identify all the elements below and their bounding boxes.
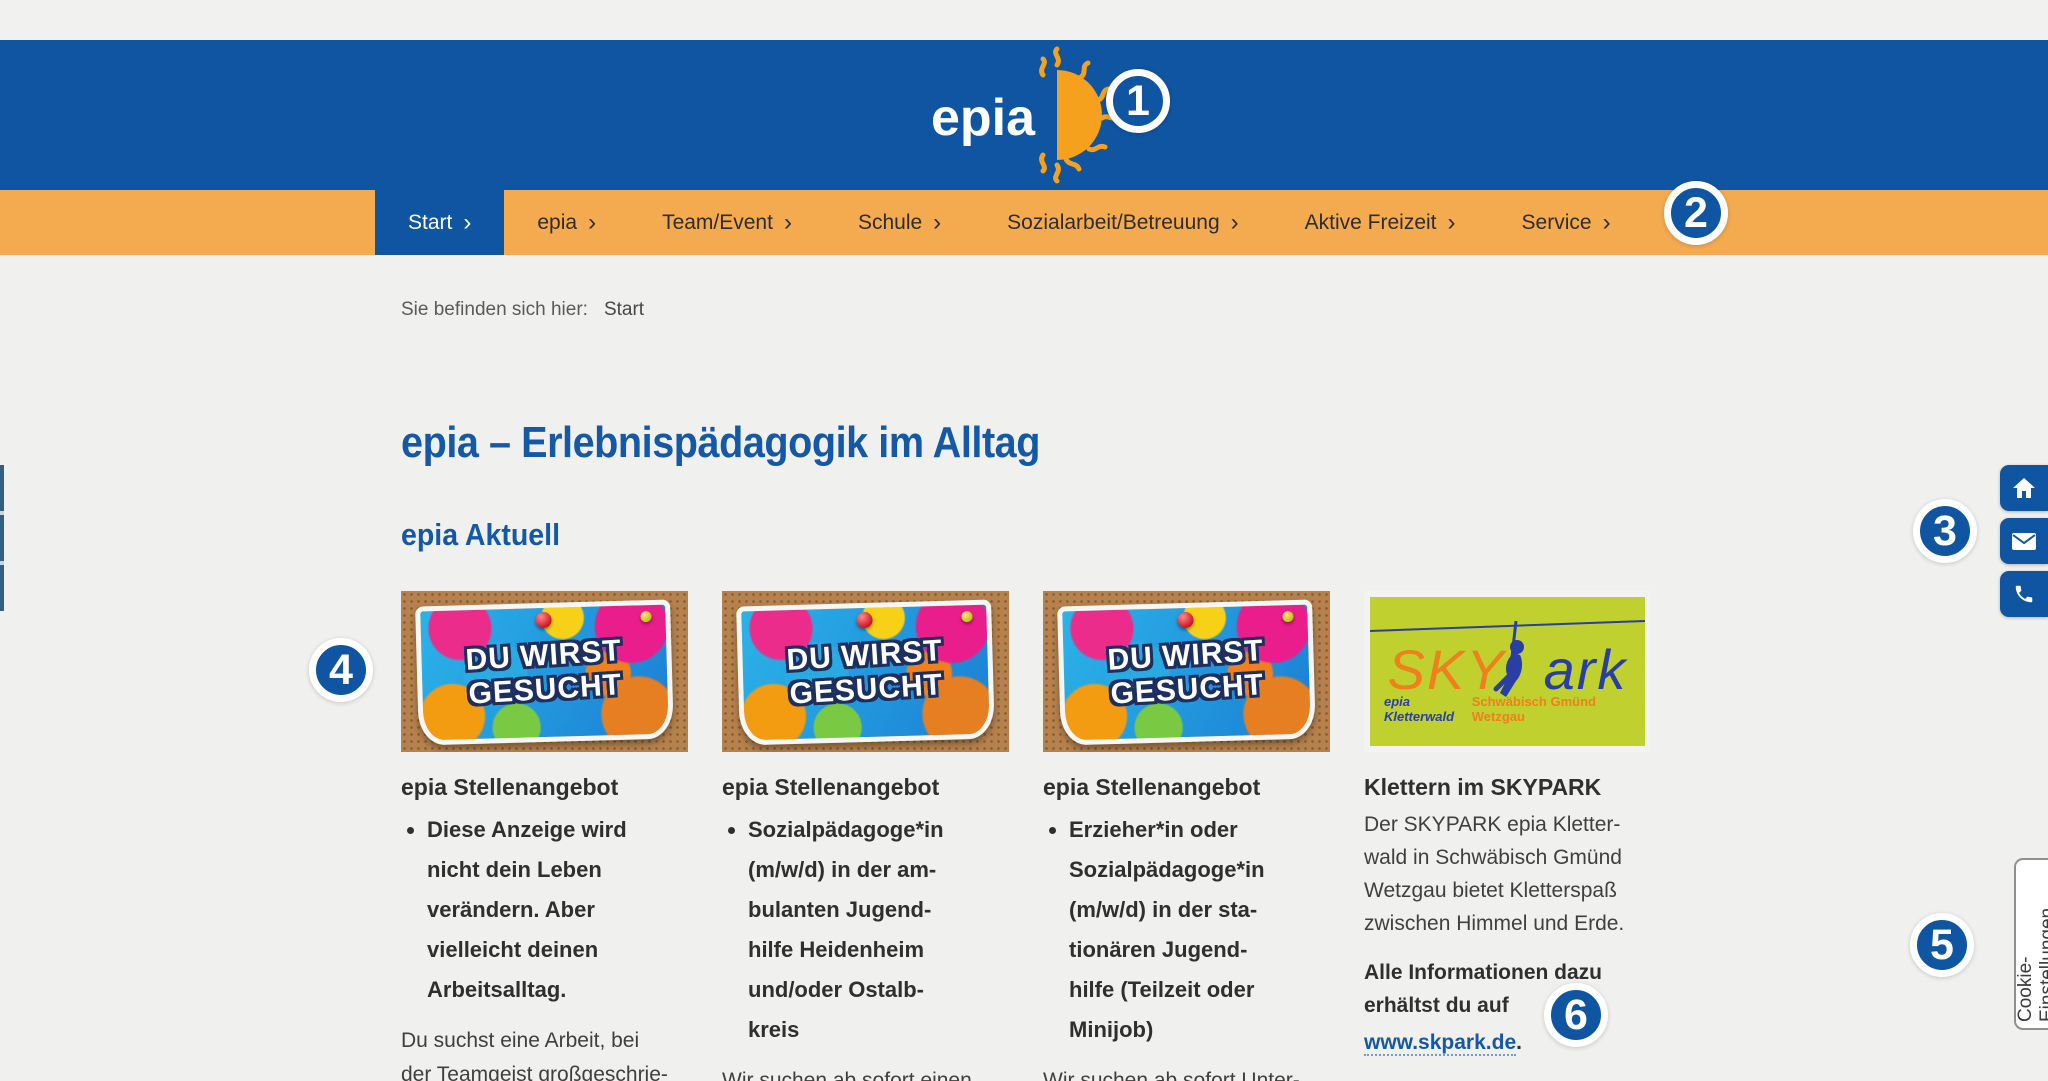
annotation-circle-1: 1 bbox=[1106, 69, 1170, 133]
job-poster-image[interactable]: DU WIRST GESUCHT bbox=[1043, 591, 1330, 752]
du-wirst-gesucht-note: DU WIRST GESUCHT bbox=[415, 599, 674, 745]
site-header: epia bbox=[0, 40, 2048, 190]
red-pin-icon bbox=[1177, 612, 1193, 628]
card-body: Wir suchen ab sofort Unter- bbox=[1043, 1064, 1330, 1081]
nav-item-service[interactable]: Service › bbox=[1489, 190, 1644, 255]
skypark-sub-left: epia Kletterwald bbox=[1384, 694, 1472, 724]
skypark-ark-text: ark bbox=[1544, 638, 1628, 701]
mail-button[interactable] bbox=[2000, 518, 2048, 564]
news-card: DU WIRST GESUCHT epia Stellenangebot Erz… bbox=[1043, 591, 1330, 1081]
card-body: Du suchst eine Arbeit, bei der Teamgeist… bbox=[401, 1024, 688, 1081]
left-edge-buttons-sliver bbox=[0, 465, 4, 611]
card-bullet: Sozialpädagoge*in (m/w/d) in der am- bul… bbox=[748, 810, 1009, 1050]
nav-item-start[interactable]: Start › bbox=[375, 190, 504, 255]
mail-icon bbox=[2012, 533, 2036, 550]
red-pin-icon bbox=[856, 612, 872, 628]
top-strip bbox=[0, 0, 2048, 40]
job-poster-image[interactable]: DU WIRST GESUCHT bbox=[722, 591, 1009, 752]
annotation-circle-3: 3 bbox=[1913, 499, 1977, 563]
nav-item-aktive-freizeit[interactable]: Aktive Freizeit › bbox=[1272, 190, 1489, 255]
logo-wordmark: epia bbox=[931, 88, 1035, 148]
skypark-logo-image[interactable]: SKY ark epia Kletterwald Schwäbisch Gmünd… bbox=[1364, 591, 1651, 752]
chevron-right-icon: › bbox=[463, 211, 471, 235]
card-title: epia Stellenangebot bbox=[722, 772, 1009, 802]
breadcrumb-label: Sie befinden sich hier: bbox=[401, 299, 588, 320]
card-title: Klettern im SKYPARK bbox=[1364, 772, 1651, 802]
red-pin-icon bbox=[535, 612, 551, 628]
du-wirst-gesucht-note: DU WIRST GESUCHT bbox=[1057, 599, 1316, 745]
chevron-right-icon: › bbox=[784, 211, 792, 235]
card-body: Der SKYPARK epia Kletter- wald in Schwäb… bbox=[1364, 808, 1651, 940]
chevron-right-icon: › bbox=[933, 211, 941, 235]
nav-item-sozialarbeit[interactable]: Sozialarbeit/Betreuung › bbox=[974, 190, 1271, 255]
breadcrumb-current: Start bbox=[604, 299, 644, 320]
chevron-right-icon: › bbox=[1603, 211, 1611, 235]
card-bullet: Erzieher*in oder Sozialpädagoge*in (m/w/… bbox=[1069, 810, 1330, 1050]
news-card: DU WIRST GESUCHT epia Stellenangebot Soz… bbox=[722, 591, 1009, 1081]
card-bullet: Diese Anzeige wird nicht dein Leben verä… bbox=[427, 810, 688, 1010]
logo[interactable]: epia bbox=[909, 40, 1139, 190]
skypark-sub-right: Schwäbisch Gmünd Wetzgau bbox=[1472, 694, 1631, 724]
phone-button[interactable] bbox=[2000, 571, 2048, 617]
news-card-skypark: SKY ark epia Kletterwald Schwäbisch Gmünd… bbox=[1364, 591, 1651, 1081]
yellow-pin-icon bbox=[961, 611, 972, 622]
skypark-link[interactable]: www.skpark.de bbox=[1364, 1031, 1516, 1056]
quick-actions bbox=[2000, 465, 2048, 624]
skypark-sky-text: SKY bbox=[1388, 638, 1506, 701]
annotation-circle-2: 2 bbox=[1664, 181, 1728, 245]
card-title: epia Stellenangebot bbox=[1043, 772, 1330, 802]
annotation-circle-5: 5 bbox=[1910, 913, 1974, 977]
cookie-settings-tab[interactable]: Cookie-Einstellungen bbox=[2014, 858, 2048, 1030]
page-title: epia – Erlebnispädagogik im Alltag bbox=[401, 417, 1883, 469]
chevron-right-icon: › bbox=[1448, 211, 1456, 235]
home-button[interactable] bbox=[2000, 465, 2048, 511]
link-suffix: . bbox=[1516, 1031, 1522, 1054]
home-icon bbox=[2013, 478, 2035, 498]
yellow-pin-icon bbox=[1282, 611, 1293, 622]
news-cards: DU WIRST GESUCHT epia Stellenangebot Die… bbox=[401, 591, 2048, 1081]
chevron-right-icon: › bbox=[588, 211, 596, 235]
nav-item-epia[interactable]: epia › bbox=[504, 190, 629, 255]
nav-item-schule[interactable]: Schule › bbox=[825, 190, 974, 255]
breadcrumb: Sie befinden sich hier: Start bbox=[0, 255, 2048, 321]
section-title: epia Aktuell bbox=[401, 515, 1916, 555]
main-nav: Start › epia › Team/Event › Schule › Soz… bbox=[0, 190, 2048, 255]
annotation-circle-6: 6 bbox=[1544, 983, 1608, 1047]
yellow-pin-icon bbox=[640, 611, 651, 622]
nav-item-team-event[interactable]: Team/Event › bbox=[629, 190, 825, 255]
chevron-right-icon: › bbox=[1231, 211, 1239, 235]
phone-icon bbox=[2013, 583, 2035, 605]
card-body: Wir suchen ab sofort einen bbox=[722, 1064, 1009, 1081]
job-poster-image[interactable]: DU WIRST GESUCHT bbox=[401, 591, 688, 752]
news-card: DU WIRST GESUCHT epia Stellenangebot Die… bbox=[401, 591, 688, 1081]
du-wirst-gesucht-note: DU WIRST GESUCHT bbox=[736, 599, 995, 745]
annotation-circle-4: 4 bbox=[309, 638, 373, 702]
card-title: epia Stellenangebot bbox=[401, 772, 688, 802]
